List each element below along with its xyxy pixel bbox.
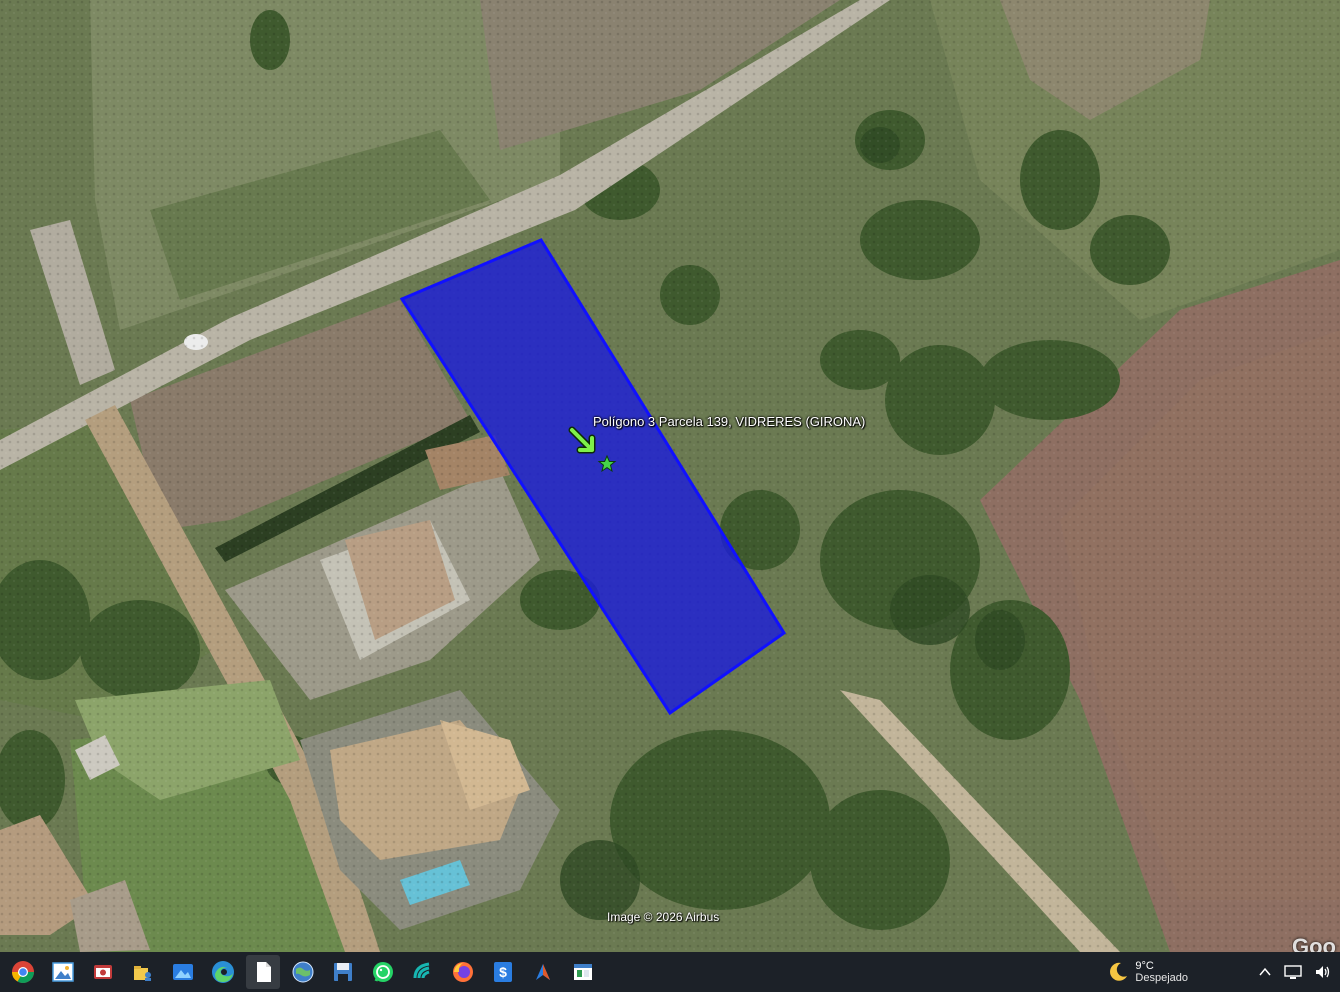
chrome-icon[interactable] xyxy=(6,955,40,989)
spreadsheet-icon[interactable] xyxy=(566,955,600,989)
image-viewer-icon[interactable] xyxy=(46,955,80,989)
windows-taskbar: $ 9°C Despejado xyxy=(0,952,1340,992)
weather-widget[interactable]: 9°C Despejado xyxy=(1107,960,1188,984)
parcel-label[interactable]: Polígono 3 Parcela 139, VIDRERES (GIRONA… xyxy=(593,414,865,429)
edge-icon[interactable] xyxy=(206,955,240,989)
satellite-imagery xyxy=(0,0,1340,952)
google-earth-icon[interactable] xyxy=(286,955,320,989)
user-folder-icon[interactable] xyxy=(126,955,160,989)
system-tray: 9°C Despejado xyxy=(1107,952,1340,992)
save-disk-icon[interactable] xyxy=(326,955,360,989)
arrow-app-icon[interactable] xyxy=(526,955,560,989)
imagery-attribution: Image © 2026 Airbus xyxy=(607,910,720,924)
map-logo: Goo xyxy=(1292,934,1336,952)
dollar-app-icon[interactable]: $ xyxy=(486,955,520,989)
firefox-icon[interactable] xyxy=(446,955,480,989)
weather-condition: Despejado xyxy=(1135,972,1188,984)
speaker-icon[interactable] xyxy=(1314,964,1332,980)
document-icon[interactable] xyxy=(246,955,280,989)
whatsapp-icon[interactable] xyxy=(366,955,400,989)
photos-icon[interactable] xyxy=(166,955,200,989)
snipping-tool-icon[interactable] xyxy=(86,955,120,989)
weather-temperature: 9°C xyxy=(1135,960,1154,972)
satellite-map[interactable]: Polígono 3 Parcela 139, VIDRERES (GIRONA… xyxy=(0,0,1340,952)
chevron-up-icon[interactable] xyxy=(1258,965,1272,979)
moon-icon xyxy=(1110,962,1128,981)
network-display-icon[interactable] xyxy=(1284,964,1302,980)
teal-app-icon[interactable] xyxy=(406,955,440,989)
svg-text:$: $ xyxy=(499,964,507,980)
